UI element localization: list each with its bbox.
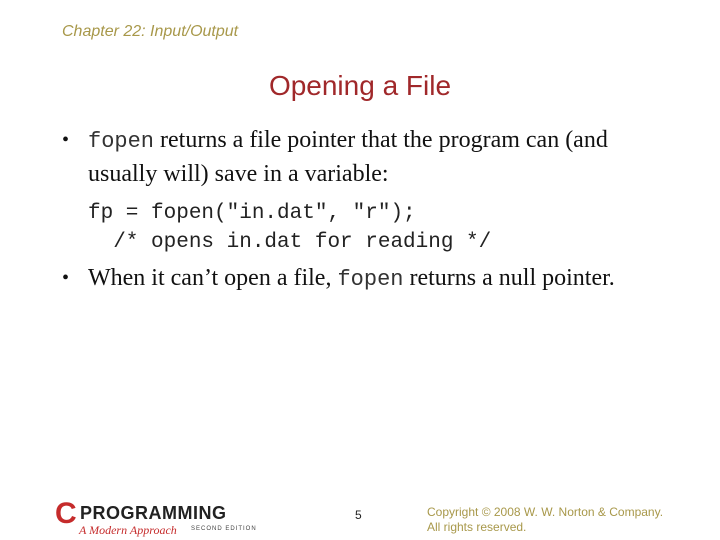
page-number: 5 xyxy=(355,508,362,522)
code-line: fp = fopen("in.dat", "r"); xyxy=(88,202,416,225)
copyright-notice: Copyright © 2008 W. W. Norton & Company.… xyxy=(427,505,663,535)
bullet-text: When it can’t open a file, fopen returns… xyxy=(88,262,668,296)
copyright-line: Copyright © 2008 W. W. Norton & Company. xyxy=(427,505,664,519)
slide-title: Opening a File xyxy=(268,70,452,101)
logo-c-icon: C xyxy=(55,497,77,530)
bullet-text: fopen returns a file pointer that the pr… xyxy=(88,124,668,190)
bullet-text-body: returns a file pointer that the program … xyxy=(88,127,608,187)
code-line: /* opens in.dat for reading */ xyxy=(88,231,492,254)
bullet-text-end: returns a null pointer. xyxy=(403,265,615,291)
logo-edition: SECOND EDITION xyxy=(191,526,257,532)
bullet-icon: • xyxy=(62,129,70,151)
bullet-text-start: When it can’t open a file, xyxy=(88,265,338,291)
logo-wordmark: PROGRAMMING xyxy=(80,503,227,523)
copyright-line: All rights reserved. xyxy=(427,520,527,534)
chapter-header: Chapter 22: Input/Output xyxy=(62,23,239,40)
logo-subtitle: A Modern Approach xyxy=(79,523,177,537)
inline-code: fopen xyxy=(337,267,404,292)
bullet-item: • When it can’t open a file, fopen retur… xyxy=(62,262,668,296)
inline-code: fopen xyxy=(88,129,155,154)
book-logo: C PROGRAMMING A Modern Approach SECOND E… xyxy=(55,497,275,540)
bullet-item: • fopen returns a file pointer that the … xyxy=(62,124,668,190)
bullet-icon: • xyxy=(62,267,70,289)
